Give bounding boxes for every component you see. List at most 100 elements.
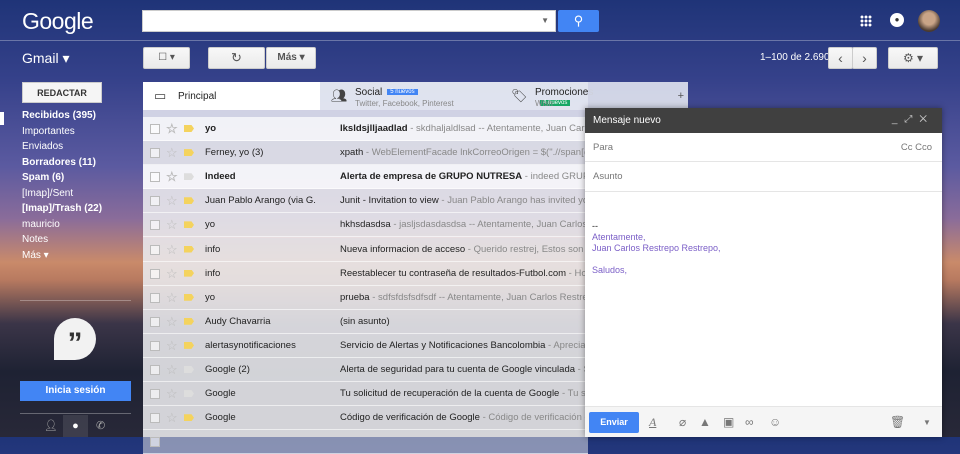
row-checkbox[interactable] xyxy=(150,292,160,303)
contacts-icon[interactable]: 👤︎ xyxy=(44,419,58,432)
select-button[interactable]: ☐ ▾ xyxy=(143,47,190,69)
message-body[interactable]: -- Atentamente, Juan Carlos Restrepo Rest… xyxy=(585,192,942,402)
sidebar-item[interactable]: mauricio xyxy=(22,219,60,230)
sidebar-item[interactable]: Notes xyxy=(22,234,48,245)
star-icon[interactable]: ☆ xyxy=(166,266,178,282)
email-row[interactable]: ☆ Ferney, yo (3) xpath - WebElementFacad… xyxy=(143,141,588,166)
important-marker-icon[interactable] xyxy=(184,221,194,229)
email-row[interactable]: ☆ Google (2) Alerta de seguridad para tu… xyxy=(143,358,588,382)
attach-icon[interactable]: ⌀ xyxy=(679,415,686,429)
hangouts-signin-button[interactable]: Inicia sesión xyxy=(20,381,131,401)
row-checkbox[interactable] xyxy=(150,196,160,207)
star-icon[interactable]: ☆ xyxy=(166,362,178,378)
important-marker-icon[interactable] xyxy=(184,293,194,301)
star-icon[interactable]: ☆ xyxy=(166,121,178,137)
refresh-button[interactable]: ↻ xyxy=(208,47,265,69)
important-marker-icon[interactable] xyxy=(184,366,194,373)
important-marker-icon[interactable] xyxy=(184,173,194,181)
row-checkbox[interactable] xyxy=(150,389,160,400)
important-marker-icon[interactable] xyxy=(184,149,194,157)
important-marker-icon[interactable] xyxy=(184,197,194,205)
email-row[interactable]: ☆ yo lksldsjlljaadlad - skdhaljaldlsad -… xyxy=(143,117,588,141)
email-row[interactable]: ☆ Audy Chavarria (sin asunto) xyxy=(143,309,588,334)
row-checkbox[interactable] xyxy=(150,340,160,351)
emoji-icon[interactable]: ☺ xyxy=(769,415,781,429)
close-icon[interactable]: ✕ xyxy=(919,114,934,125)
row-checkbox[interactable] xyxy=(150,365,160,375)
email-row[interactable]: ☆ yo prueba - sdfsfdsfsdfsdf -- Atentame… xyxy=(143,285,588,310)
bcc-link[interactable]: Cco xyxy=(915,142,932,153)
sidebar-item[interactable]: [Imap]/Sent xyxy=(22,188,73,199)
row-checkbox[interactable] xyxy=(150,172,160,183)
email-row[interactable]: ☆ yo hkhsdasdsa - jasljsdasdasdsa -- Ate… xyxy=(143,213,588,238)
subject-field[interactable]: Asunto xyxy=(585,162,942,192)
compose-header[interactable]: Mensaje nuevo _⤢✕ xyxy=(585,108,942,133)
sidebar-item[interactable]: Enviados xyxy=(22,141,63,152)
email-row-partial[interactable] xyxy=(143,430,588,454)
next-page-button[interactable]: › xyxy=(852,47,877,69)
sidebar-item[interactable]: Importantes xyxy=(22,126,75,137)
email-row[interactable]: ☆ alertasynotificaciones Servicio de Ale… xyxy=(143,333,588,358)
sidebar-item[interactable]: Borradores (11) xyxy=(22,157,96,168)
star-icon[interactable]: ☆ xyxy=(166,169,178,185)
important-marker-icon[interactable] xyxy=(184,245,194,253)
to-field[interactable]: Para Cc Cco xyxy=(585,133,942,162)
row-checkbox[interactable] xyxy=(150,148,160,159)
email-row[interactable]: ☆ Juan Pablo Arango (via G. Junit - Invi… xyxy=(143,189,588,214)
photo-icon[interactable]: ▣ xyxy=(723,415,734,429)
sidebar-item[interactable]: Más ▾ xyxy=(22,250,49,261)
more-button[interactable]: Más ▾ xyxy=(266,47,316,69)
bell-icon[interactable]: ● xyxy=(890,13,904,27)
sidebar-item[interactable]: [Imap]/Trash (22) xyxy=(22,203,102,214)
add-tab-icon[interactable]: + xyxy=(678,90,684,102)
row-checkbox[interactable] xyxy=(150,220,160,231)
star-icon[interactable]: ☆ xyxy=(166,217,178,233)
important-marker-icon[interactable] xyxy=(184,269,194,277)
prev-page-button[interactable]: ‹ xyxy=(828,47,853,69)
star-icon[interactable]: ☆ xyxy=(166,338,178,354)
star-icon[interactable]: ☆ xyxy=(166,145,178,161)
settings-button[interactable]: ⚙ ▾ xyxy=(888,47,938,69)
sidebar-item[interactable]: Spam (6) xyxy=(22,172,64,183)
minimize-icon[interactable]: _ xyxy=(892,114,905,125)
star-icon[interactable]: ☆ xyxy=(166,410,178,426)
search-button[interactable]: ⚲ xyxy=(558,10,599,32)
email-row[interactable]: ☆ info Nueva informacion de acceso - Que… xyxy=(143,237,588,262)
email-row[interactable]: ☆ Google Tu solicitud de recuperación de… xyxy=(143,382,588,407)
phone-icon[interactable]: ✆ xyxy=(96,419,105,432)
avatar[interactable] xyxy=(918,10,940,32)
row-checkbox[interactable] xyxy=(150,316,160,327)
important-marker-icon[interactable] xyxy=(184,414,194,422)
email-row[interactable]: ☆ Google Código de verificación de Googl… xyxy=(143,406,588,431)
hangouts-chat-icon[interactable]: ● xyxy=(63,415,88,437)
formatting-icon[interactable]: A xyxy=(649,415,656,430)
apps-grid-icon[interactable] xyxy=(860,15,872,27)
star-icon[interactable]: ☆ xyxy=(166,290,178,306)
tab-promociones[interactable]: 🏷︎ Promociones4 nuevos Wish xyxy=(500,82,593,110)
google-logo[interactable]: Google xyxy=(22,8,94,35)
tab-principal[interactable]: ▭ Principal xyxy=(143,82,320,110)
drive-icon[interactable]: ▲ xyxy=(699,415,711,429)
cc-link[interactable]: Cc xyxy=(901,142,913,153)
important-marker-icon[interactable] xyxy=(184,341,194,349)
search-options-icon[interactable]: ▼ xyxy=(541,16,549,25)
star-icon[interactable]: ☆ xyxy=(166,242,178,258)
search-input[interactable]: ▼ xyxy=(142,10,556,32)
row-checkbox[interactable] xyxy=(150,413,160,424)
sidebar-item[interactable]: Recibidos (395) xyxy=(22,110,96,121)
email-row[interactable]: ☆ Indeed Alerta de empresa de GRUPO NUTR… xyxy=(143,165,588,190)
send-button[interactable]: Enviar xyxy=(589,412,639,433)
email-row[interactable]: ☆ info Reestablecer tu contraseña de res… xyxy=(143,261,588,286)
row-checkbox[interactable] xyxy=(150,244,160,255)
star-icon[interactable]: ☆ xyxy=(166,314,178,330)
star-icon[interactable]: ☆ xyxy=(166,386,178,402)
expand-icon[interactable]: ⤢ xyxy=(904,114,919,125)
row-checkbox[interactable] xyxy=(150,124,160,134)
more-options-icon[interactable]: ▼ xyxy=(923,418,931,427)
star-icon[interactable]: ☆ xyxy=(166,193,178,209)
compose-button[interactable]: REDACTAR xyxy=(22,82,102,103)
important-marker-icon[interactable] xyxy=(184,125,194,132)
important-marker-icon[interactable] xyxy=(184,390,194,398)
tab-social[interactable]: 👥︎ Social 5 nuevos Twitter, Facebook, Pin… xyxy=(320,82,500,110)
link-icon[interactable]: ∞ xyxy=(745,415,754,429)
